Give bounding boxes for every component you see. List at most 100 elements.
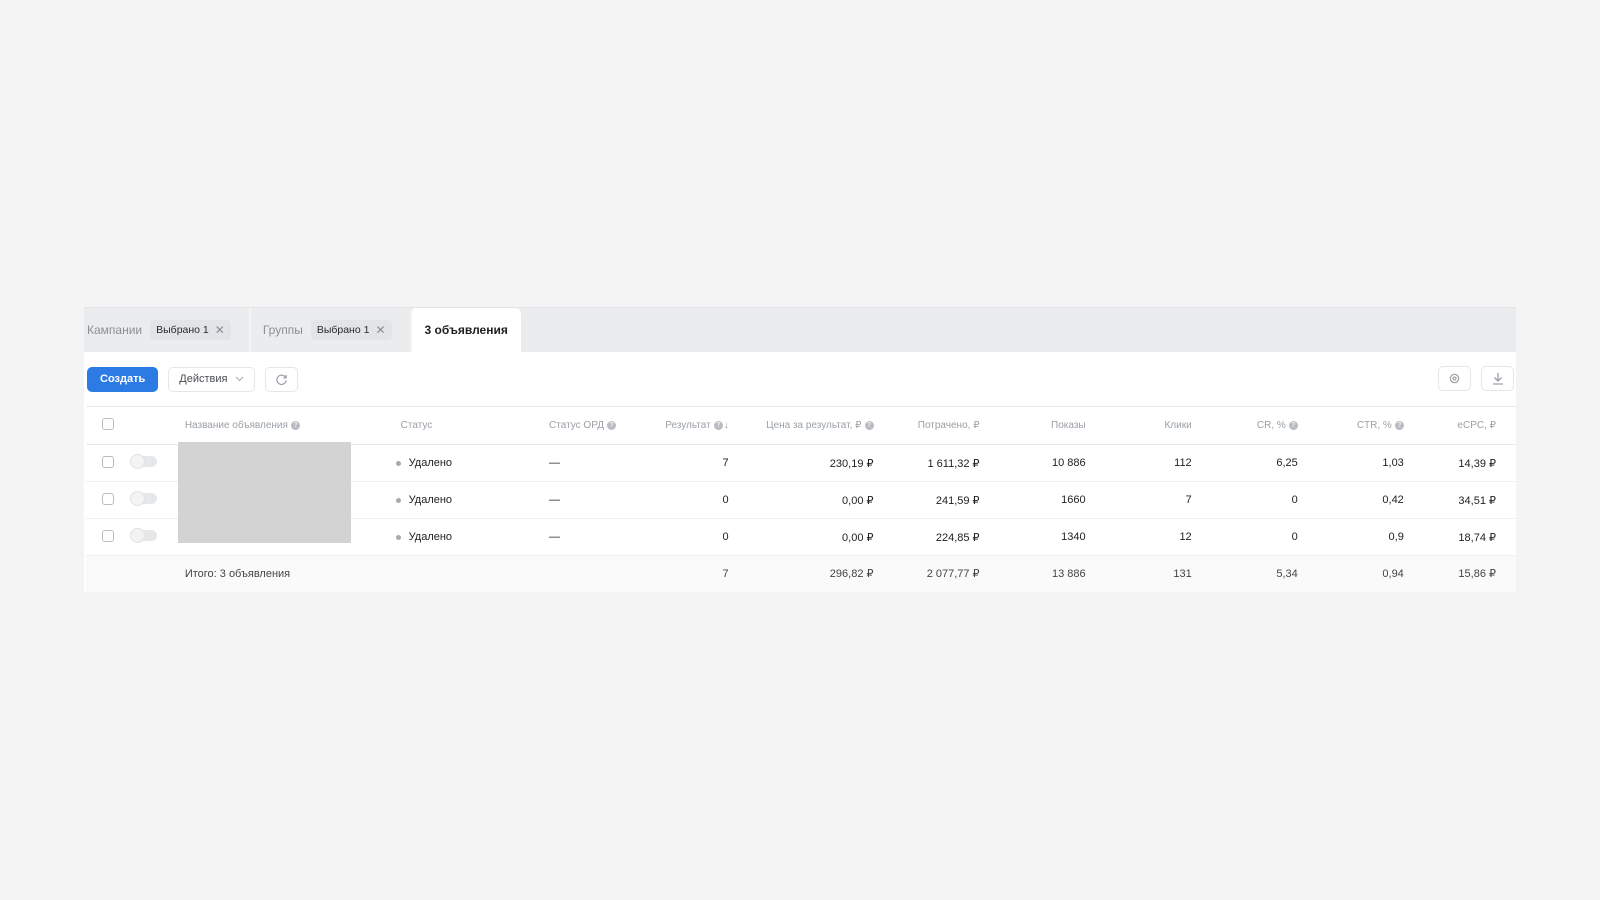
totals-label: Итого: 3 объявления xyxy=(179,555,550,592)
tab-groups-label: Группы xyxy=(262,323,303,337)
result-cell: 0 xyxy=(640,518,735,556)
ord-status-cell: — xyxy=(549,444,641,482)
ecpc-cell: 18,74 ₽ xyxy=(1409,518,1516,556)
download-button[interactable] xyxy=(1481,366,1514,391)
row-select-cell xyxy=(86,481,131,519)
status-text: Удалено xyxy=(408,457,453,469)
impressions-cell: 10 886 xyxy=(985,444,1092,482)
col-header-result-label: Результат xyxy=(665,420,711,431)
row-checkbox[interactable] xyxy=(102,529,115,542)
status-dot xyxy=(395,497,401,503)
col-header-clicks[interactable]: Клики xyxy=(1091,406,1198,445)
totals-spacer xyxy=(549,555,641,592)
tab-strip: Кампании Выбрано 1 ✕ Группы Выбрано 1 ✕ … xyxy=(84,308,1516,352)
close-icon[interactable]: ✕ xyxy=(215,324,225,336)
actions-dropdown[interactable]: Действия xyxy=(168,366,256,392)
tab-groups[interactable]: Группы Выбрано 1 ✕ xyxy=(248,308,404,352)
help-icon[interactable]: ? xyxy=(713,420,723,430)
col-header-ecpc-label: eCPC, ₽ xyxy=(1457,420,1496,431)
ctr-cell: 0,9 xyxy=(1303,518,1410,556)
help-icon[interactable]: ? xyxy=(607,420,616,430)
ad-thumbnail-placeholder[interactable] xyxy=(178,442,351,543)
clicks-cell: 7 xyxy=(1091,481,1198,519)
ad-toggle[interactable] xyxy=(130,455,157,468)
create-button[interactable]: Создать xyxy=(87,366,159,392)
selection-chip-campaigns: Выбрано 1 ✕ xyxy=(150,320,231,340)
ctr-cell: 1,03 xyxy=(1303,444,1410,482)
col-header-ord-status[interactable]: Статус ОРД? xyxy=(549,406,641,445)
clicks-cell: 12 xyxy=(1091,518,1198,556)
col-header-ctr-label: CTR, % xyxy=(1356,420,1392,431)
col-header-ctr[interactable]: CTR, %? xyxy=(1303,406,1410,445)
ecpc-cell: 14,39 ₽ xyxy=(1409,444,1516,482)
result-cell: 0 xyxy=(640,481,735,519)
price-cell: 0,00 ₽ xyxy=(734,518,880,556)
status-cell: Удалено xyxy=(375,481,550,519)
col-header-price-per-result[interactable]: Цена за результат, ₽? xyxy=(734,406,880,445)
totals-ecpc: 15,86 ₽ xyxy=(1409,555,1516,592)
tab-ads[interactable]: 3 объявления xyxy=(409,308,521,352)
row-select-cell xyxy=(86,518,131,556)
close-icon[interactable]: ✕ xyxy=(375,324,385,336)
row-toggle-cell xyxy=(130,481,180,519)
col-header-spent[interactable]: Потрачено, ₽ xyxy=(879,406,986,445)
totals-spent: 2 077,77 ₽ xyxy=(879,555,986,592)
col-header-ecpc[interactable]: eCPC, ₽ xyxy=(1409,406,1516,445)
ad-toggle[interactable] xyxy=(130,492,157,505)
selection-chip-groups: Выбрано 1 ✕ xyxy=(310,320,392,340)
row-checkbox[interactable] xyxy=(102,455,115,468)
spent-cell: 224,85 ₽ xyxy=(879,518,986,556)
refresh-button[interactable] xyxy=(265,366,299,392)
help-icon[interactable]: ? xyxy=(1288,420,1298,430)
ord-status-cell: — xyxy=(549,481,641,519)
table-header-row: Название объявления? Статус Статус ОРД? … xyxy=(86,406,1516,445)
col-header-name[interactable]: Название объявления? xyxy=(179,406,376,445)
col-header-impressions[interactable]: Показы xyxy=(985,406,1092,445)
totals-cr: 5,34 xyxy=(1197,555,1304,592)
col-header-result[interactable]: Результат? ↓ xyxy=(640,406,735,445)
help-icon[interactable]: ? xyxy=(1394,420,1404,430)
col-header-status[interactable]: Статус xyxy=(375,406,550,445)
row-toggle-cell xyxy=(130,444,180,482)
help-icon[interactable]: ? xyxy=(290,420,300,430)
spent-cell: 1 611,32 ₽ xyxy=(879,444,986,482)
impressions-cell: 1340 xyxy=(985,518,1092,556)
row-checkbox[interactable] xyxy=(102,492,115,505)
toggle-header xyxy=(130,406,180,445)
status-text: Удалено xyxy=(408,531,453,543)
sort-down-icon[interactable]: ↓ xyxy=(724,420,729,431)
col-header-cr[interactable]: CR, %? xyxy=(1197,406,1304,445)
status-text: Удалено xyxy=(408,494,453,506)
col-header-spent-label: Потрачено, ₽ xyxy=(917,420,980,431)
col-header-status-label: Статус xyxy=(400,420,433,431)
selection-chip-label: Выбрано 1 xyxy=(156,324,209,336)
ads-panel: Кампании Выбрано 1 ✕ Группы Выбрано 1 ✕ … xyxy=(84,307,1516,592)
settings-button[interactable] xyxy=(1438,366,1471,391)
selection-chip-label: Выбрано 1 xyxy=(316,324,370,336)
col-header-name-label: Название объявления xyxy=(184,420,288,431)
totals-result: 7 xyxy=(640,555,735,592)
row-select-cell xyxy=(86,444,131,482)
tab-campaigns[interactable]: Кампании Выбрано 1 ✕ xyxy=(84,308,243,352)
totals-clicks: 131 xyxy=(1091,555,1198,592)
toolbar: Создать Действия xyxy=(84,352,1516,406)
row-toggle-cell xyxy=(130,518,180,556)
help-icon[interactable]: ? xyxy=(864,420,874,430)
totals-impressions: 13 886 xyxy=(985,555,1092,592)
col-header-ord-status-label: Статус ОРД xyxy=(549,420,604,431)
col-header-clicks-label: Клики xyxy=(1164,420,1192,431)
totals-row: Итого: 3 объявления 7 296,82 ₽ 2 077,77 … xyxy=(86,555,1516,592)
select-all-checkbox[interactable] xyxy=(102,418,115,430)
status-cell: Удалено xyxy=(375,444,550,482)
col-header-cr-label: CR, % xyxy=(1256,420,1286,431)
price-cell: 0,00 ₽ xyxy=(734,481,880,519)
ctr-cell: 0,42 xyxy=(1303,481,1410,519)
clicks-cell: 112 xyxy=(1091,444,1198,482)
ad-toggle[interactable] xyxy=(130,529,157,542)
cr-cell: 6,25 xyxy=(1197,444,1304,482)
cr-cell: 0 xyxy=(1197,518,1304,556)
tab-campaigns-label: Кампании xyxy=(87,323,143,337)
chevron-down-icon xyxy=(236,376,244,382)
refresh-icon xyxy=(276,374,288,385)
status-dot xyxy=(395,460,401,466)
